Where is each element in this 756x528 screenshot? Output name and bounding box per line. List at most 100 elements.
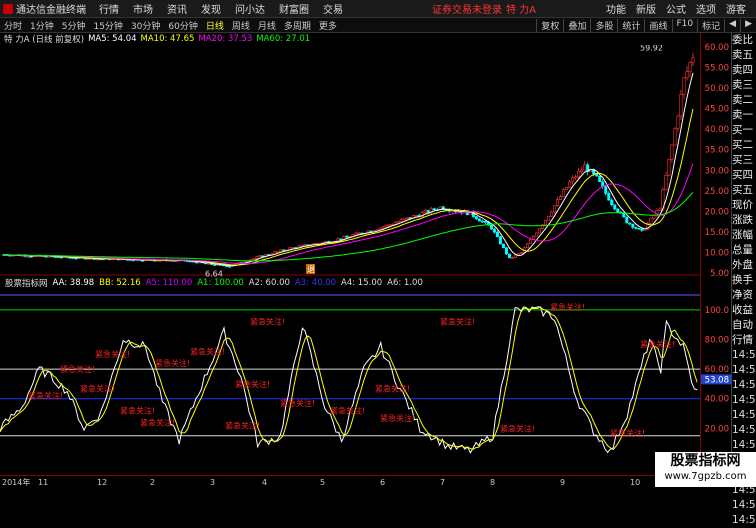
alert-label: 紧急关注! [610,428,645,438]
alert-label: 紧急关注! [280,398,315,408]
ma20-label: MA20: 37.53 [198,34,253,44]
side-item: 买五 [732,184,753,196]
event-marker: 退 [307,265,315,274]
candle-body [529,239,533,245]
logo-icon [3,3,13,14]
period-daily[interactable]: 日线 [206,19,224,32]
candle-body [213,264,217,266]
candle-body [535,232,539,237]
tool-diejia[interactable]: 叠加 [563,18,590,32]
period-60min[interactable]: 60分钟 [168,19,197,32]
alert-label: 紧急关注! [80,383,115,393]
tool-fuquan[interactable]: 复权 [536,18,563,32]
menu-wenxiaoda[interactable]: 问小达 [235,1,265,16]
tool-biaoji[interactable]: 标记 [697,18,724,32]
price-tick: 5.00 [710,269,729,279]
candle-body [300,244,304,247]
side-item: 委比 [732,34,753,46]
candle-body [507,253,511,259]
login-notice[interactable]: 证券交易未登录 [432,1,502,16]
side-item: 换手 [732,274,753,286]
candle-body [324,241,328,243]
low-price-annotation: 6.64 [205,269,223,278]
period-weekly[interactable]: 周线 [232,19,250,32]
app-logo: 通达信金融终端 [0,1,99,16]
candle-body [477,218,481,222]
candle-body [532,235,536,240]
period-monthly[interactable]: 月线 [258,19,276,32]
candle-body [565,187,569,191]
tool-huaxian[interactable]: 画线 [644,18,671,32]
side-item: 自动 [732,319,753,331]
menu-shichang[interactable]: 市场 [133,1,153,16]
price-tick: 30.00 [705,166,729,176]
price-tick: 60.00 [705,43,729,53]
candle-body [339,238,343,241]
candle-body [598,175,602,183]
tool-f10[interactable]: F10 [671,18,698,32]
period-multi[interactable]: 多周期 [284,19,311,32]
price-tick: 10.00 [705,248,729,258]
date-tick: 9 [560,478,565,487]
candle-body [562,189,566,197]
date-tick: 6 [380,478,385,487]
candle-body [559,196,563,200]
next-icon[interactable]: ▶ [740,18,756,32]
menu-youke[interactable]: 游客 [726,1,746,16]
alert-label: 紧急关注! [250,317,285,327]
side-item: 14:50 [732,499,756,511]
candle-body [282,249,286,252]
candle-body [574,176,578,179]
menu-gongshi[interactable]: 公式 [666,1,686,16]
candle-body [550,211,554,217]
candle-body [513,254,517,258]
candle-body [519,252,523,254]
candle-body [279,249,283,252]
menu-zixun[interactable]: 资讯 [167,1,187,16]
site-watermark: 股票指标网 www.7gpzb.com [655,452,756,487]
candle-body [432,208,436,210]
candle-body [607,193,611,201]
side-item: 买一 [732,124,753,136]
candle-body [252,258,256,260]
tool-tongji[interactable]: 统计 [617,18,644,32]
candle-body [495,231,499,238]
menu-caifuquan[interactable]: 财富圈 [279,1,309,16]
side-item: 买二 [732,139,753,151]
menu-hangqing[interactable]: 行情 [99,1,119,16]
candle-body [405,217,409,220]
candle-body [276,251,280,253]
candle-body [489,224,493,230]
prev-icon[interactable]: ◀ [724,18,740,32]
kline-title-bar: 特 力A (日线 前复权) MA5: 54.04 MA10: 47.65 MA2… [0,33,700,45]
menu-faxian[interactable]: 发现 [201,1,221,16]
alert-label: 紧急关注! [140,417,175,427]
candle-body [610,199,614,206]
menu-jiaoyi[interactable]: 交易 [323,1,343,16]
period-more[interactable]: 更多 [319,19,337,32]
tool-duogu[interactable]: 多股 [590,18,617,32]
period-15min[interactable]: 15分钟 [93,19,122,32]
price-tick: 40.00 [705,125,729,135]
indicator-tick: 20.00 [705,424,729,434]
period-1min[interactable]: 1分钟 [30,19,54,32]
ma5-label: MA5: 54.04 [88,34,137,44]
side-item: 卖五 [732,49,753,61]
alert-label: 紧急关注! [225,420,260,430]
candle-body [450,210,454,213]
period-toolbar: 分时 1分钟 5分钟 15分钟 30分钟 60分钟 日线 周线 月线 多周期 更… [0,18,756,33]
chart-canvas[interactable]: 59.926.64 退紧急关注!紧急关注!紧急关注!紧急关注!紧急关注!紧急关注!… [0,45,700,475]
period-fenshi[interactable]: 分时 [4,19,22,32]
menu-gongneng[interactable]: 功能 [606,1,626,16]
side-item: 净资 [732,289,753,301]
candle-body [396,221,400,224]
period-5min[interactable]: 5分钟 [62,19,86,32]
period-30min[interactable]: 30分钟 [131,19,160,32]
candle-body [604,186,608,194]
indicator-tick: 60.00 [705,365,729,375]
candle-body [634,227,638,229]
menu-xuanxiang[interactable]: 选项 [696,1,716,16]
menu-bar: 通达信金融终端 行情 市场 资讯 发现 问小达 财富圈 交易 证券交易未登录 特… [0,0,756,18]
menu-xinban[interactable]: 新版 [636,1,656,16]
side-item: 总量 [732,244,753,256]
